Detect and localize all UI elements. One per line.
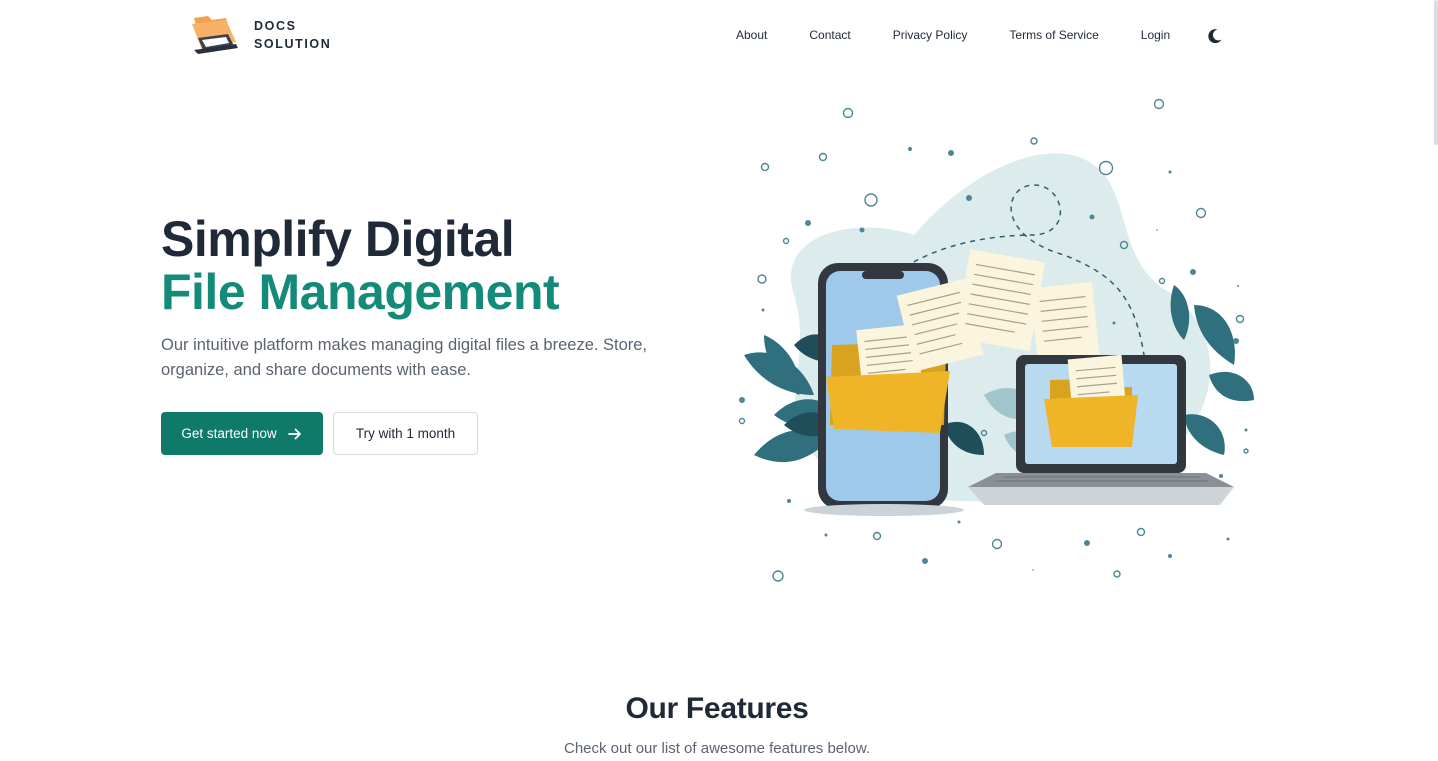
file-transfer-illustration-icon	[738, 98, 1254, 582]
hero-title-line-1: Simplify Digital	[161, 211, 515, 267]
nav-login-link[interactable]: Login	[1141, 27, 1170, 43]
page-scrollbar[interactable]	[1434, 0, 1438, 761]
arrow-right-icon	[287, 428, 301, 439]
get-started-label: Get started now	[181, 426, 277, 441]
nav-about-link[interactable]: About	[736, 27, 767, 43]
hero-title-line-2: File Management	[161, 264, 560, 320]
get-started-button[interactable]: Get started now	[161, 412, 323, 455]
features-subtitle: Check out our list of awesome features b…	[564, 740, 870, 757]
features-title: Our Features	[625, 692, 809, 725]
nav-contact-link[interactable]: Contact	[809, 27, 850, 43]
moon-icon	[1208, 29, 1222, 44]
nav-privacy-policy-link[interactable]: Privacy Policy	[893, 27, 968, 43]
brand-name: DOCS SOLUTION	[254, 17, 331, 53]
site-header: DOCS SOLUTION About Contact Privacy Poli…	[0, 0, 1438, 72]
brand-line-2: SOLUTION	[254, 37, 332, 51]
try-one-month-button[interactable]: Try with 1 month	[333, 412, 478, 455]
main-nav: About Contact Privacy Policy Terms of Se…	[736, 25, 1224, 45]
hero-subtitle: Our intuitive platform makes managing di…	[161, 336, 648, 379]
dark-mode-toggle[interactable]	[1206, 27, 1224, 45]
brand-line-1: DOCS	[254, 19, 297, 33]
hero-title: Simplify Digital File Management	[161, 211, 560, 320]
folder-laptop-logo-icon	[192, 16, 238, 54]
scrollbar-thumb[interactable]	[1434, 0, 1438, 145]
nav-terms-of-service-link[interactable]: Terms of Service	[1009, 27, 1098, 43]
brand-logo[interactable]: DOCS SOLUTION	[188, 12, 331, 58]
